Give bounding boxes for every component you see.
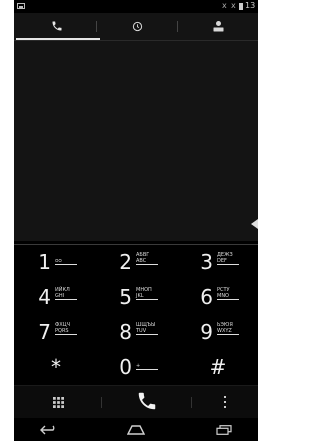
key-plus-label: +: [136, 363, 158, 370]
dialpad-toggle-button[interactable]: [14, 386, 102, 419]
dialer-screen: x x 13 1 ᴑᴑ 2 АБВГ ABC 3 ДЕЖЗ DEF 4 ИЙКЛ…: [14, 0, 258, 441]
key-digit: 4: [38, 285, 51, 309]
picture-notification-icon: [17, 3, 25, 9]
key-letters-latin: ABC: [136, 258, 158, 265]
dialpad-icon: [52, 393, 64, 412]
key-letters-latin: DEF: [217, 258, 239, 265]
key-digit: #: [209, 355, 227, 379]
key-letters-latin: WXYZ: [217, 328, 239, 335]
key-letters: ШЩЪЫ TUV: [136, 322, 170, 335]
key-letters-latin: ᴑᴑ: [55, 258, 77, 265]
key-4[interactable]: 4 ИЙКЛ GHI: [17, 280, 95, 312]
key-digit: 1: [38, 250, 51, 274]
key-letters: ДЕЖЗ DEF: [217, 252, 251, 265]
key-digit: 2: [119, 250, 132, 274]
recents-button[interactable]: [199, 418, 249, 441]
key-star[interactable]: *: [17, 350, 95, 382]
tab-phone[interactable]: [16, 13, 97, 40]
key-2[interactable]: 2 АБВГ ABC: [98, 245, 176, 277]
key-letters: ᴑᴑ: [55, 252, 89, 265]
key-5[interactable]: 5 МНОП JKL: [98, 280, 176, 312]
key-digit: 8: [119, 320, 132, 344]
battery-icon: [239, 3, 243, 10]
home-icon: [126, 420, 146, 439]
status-time: 13: [245, 1, 256, 10]
key-letters: РСТУ MNO: [217, 287, 251, 300]
overflow-menu-button[interactable]: [192, 386, 258, 419]
tab-bar: [14, 13, 258, 40]
key-letters: АБВГ ABC: [136, 252, 170, 265]
back-icon: [40, 420, 58, 439]
tab-contacts[interactable]: [178, 13, 258, 40]
signal-2-icon: x: [231, 1, 236, 10]
number-display-area: [14, 41, 258, 245]
status-bar: x x 13: [14, 0, 258, 13]
key-letters: +: [136, 357, 170, 370]
key-digit: 9: [200, 320, 213, 344]
key-8[interactable]: 8 ШЩЪЫ TUV: [98, 315, 176, 347]
key-digit: 6: [200, 285, 213, 309]
key-letters: ЬЭЮЯ WXYZ: [217, 322, 251, 335]
key-9[interactable]: 9 ЬЭЮЯ WXYZ: [179, 315, 257, 347]
key-digit: 3: [200, 250, 213, 274]
key-digit: *: [51, 355, 61, 379]
dialer-action-bar: [14, 385, 258, 418]
phone-icon: [51, 17, 63, 36]
clock-icon: [132, 17, 143, 36]
phone-call-icon: [136, 390, 158, 416]
key-0[interactable]: 0 +: [98, 350, 176, 382]
key-letters-latin: MNO: [217, 293, 239, 300]
tab-recent[interactable]: [97, 13, 178, 40]
key-digit: 7: [38, 320, 51, 344]
key-digit: 0: [119, 355, 132, 379]
key-1[interactable]: 1 ᴑᴑ: [17, 245, 95, 277]
signal-1-icon: x: [222, 1, 227, 10]
overflow-menu-icon: [223, 393, 227, 412]
navigation-bar: [14, 418, 258, 441]
key-hash[interactable]: #: [179, 350, 257, 382]
dialpad: 1 ᴑᴑ 2 АБВГ ABC 3 ДЕЖЗ DEF 4 ИЙКЛ GHI 5 МНО…: [14, 245, 258, 385]
key-7[interactable]: 7 ФХЦЧ PQRS: [17, 315, 95, 347]
key-letters-latin: JKL: [136, 293, 158, 300]
key-6[interactable]: 6 РСТУ MNO: [179, 280, 257, 312]
phone-number-field[interactable]: [24, 191, 249, 231]
call-button[interactable]: [102, 386, 192, 419]
backspace-icon[interactable]: [251, 219, 258, 229]
contact-icon: [213, 17, 224, 36]
key-3[interactable]: 3 ДЕЖЗ DEF: [179, 245, 257, 277]
key-letters-latin: TUV: [136, 328, 158, 335]
home-button[interactable]: [114, 418, 158, 441]
key-letters: МНОП JKL: [136, 287, 170, 300]
key-letters: ИЙКЛ GHI: [55, 287, 89, 300]
key-digit: 5: [119, 285, 132, 309]
key-letters-latin: GHI: [55, 293, 77, 300]
recents-icon: [216, 420, 232, 439]
key-letters: ФХЦЧ PQRS: [55, 322, 89, 335]
back-button[interactable]: [24, 418, 74, 441]
key-letters-latin: PQRS: [55, 328, 77, 335]
